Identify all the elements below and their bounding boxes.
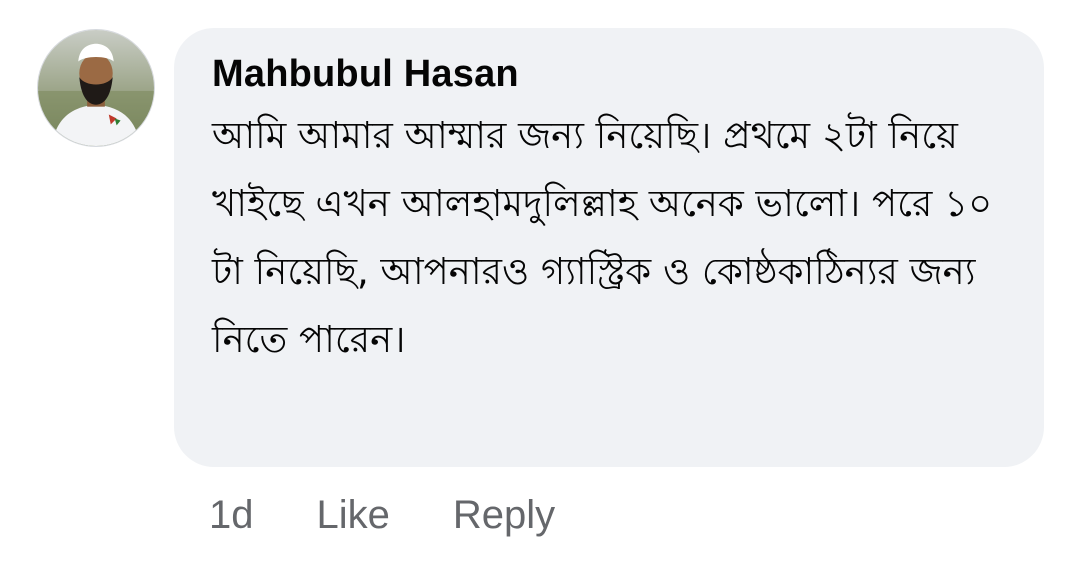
comment-bubble: Mahbubul Hasan আমি আমার আম্মার জন্য নিয়…	[174, 28, 1044, 467]
comment-actions: 1d Like Reply	[209, 490, 555, 540]
like-button[interactable]: Like	[317, 493, 390, 538]
comment-text: আমি আমার আম্মার জন্য নিয়েছি। প্রথমে ২টা…	[212, 114, 993, 361]
avatar[interactable]	[37, 29, 155, 147]
comment-timestamp[interactable]: 1d	[209, 493, 254, 538]
comment-author[interactable]: Mahbubul Hasan	[212, 50, 1014, 98]
reply-button[interactable]: Reply	[453, 493, 555, 538]
profile-photo	[38, 30, 154, 146]
